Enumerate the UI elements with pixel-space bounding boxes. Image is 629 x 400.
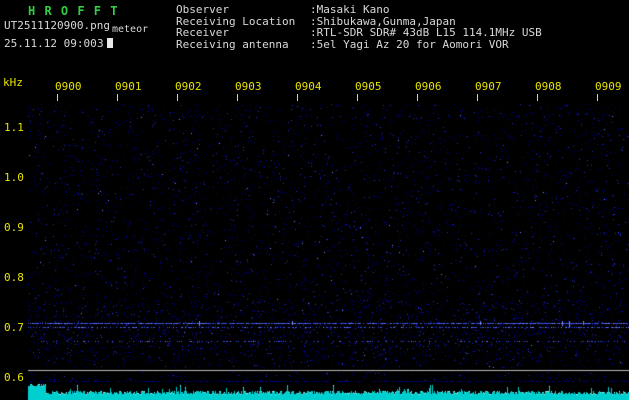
x-tick-label: 0904 [295,80,322,93]
x-tick-label: 0905 [355,80,382,93]
x-tick-mark [597,94,598,101]
y-tick-label: 1.0 [4,171,24,184]
x-tick-mark [417,94,418,101]
x-tick-mark [357,94,358,101]
x-tick-label: 0903 [235,80,262,93]
station-field-value: :5el Yagi Az 20 for Aomori VOR [310,37,509,51]
y-tick-label: 0.8 [4,271,24,284]
app-title: H R O F F T [28,4,119,18]
text-cursor-block [107,38,113,48]
x-tick-mark [297,94,298,101]
y-tick-label: 0.7 [4,321,24,334]
y-tick-label: 0.6 [4,371,24,384]
x-tick-label: 0902 [175,80,202,93]
x-tick-label: 0909 [595,80,622,93]
x-tick-label: 0908 [535,80,562,93]
spectrogram-canvas [0,75,629,400]
x-tick-mark [117,94,118,101]
frequency-axis-unit: kHz [3,76,23,89]
x-tick-mark [477,94,478,101]
x-tick-mark [537,94,538,101]
station-field-label: Observer [176,3,229,16]
x-tick-mark [177,94,178,101]
x-tick-label: 0906 [415,80,442,93]
station-row: Receiving antenna :5el Yagi Az 20 for Aom… [176,37,542,51]
capture-datetime: 25.11.12 09:00 [4,37,97,50]
x-tick-mark [237,94,238,101]
station-field-label: Receiving antenna [176,37,289,51]
y-tick-label: 0.9 [4,221,24,234]
x-tick-label: 0900 [55,80,82,93]
x-tick-label: 0907 [475,80,502,93]
y-tick-label: 1.1 [4,121,24,134]
hrofft-screen: H R O F F T UT2511120900.png meteor 25.1… [0,0,629,400]
x-tick-label: 0901 [115,80,142,93]
capture-filename: UT2511120900.png [4,19,110,32]
mode-label: meteor [112,24,149,35]
echo-count: 3 [97,37,104,50]
station-field-label: Receiver [176,26,229,39]
station-info: Observer:Masaki Kano Receiving Location:S… [176,4,542,50]
x-tick-mark [57,94,58,101]
